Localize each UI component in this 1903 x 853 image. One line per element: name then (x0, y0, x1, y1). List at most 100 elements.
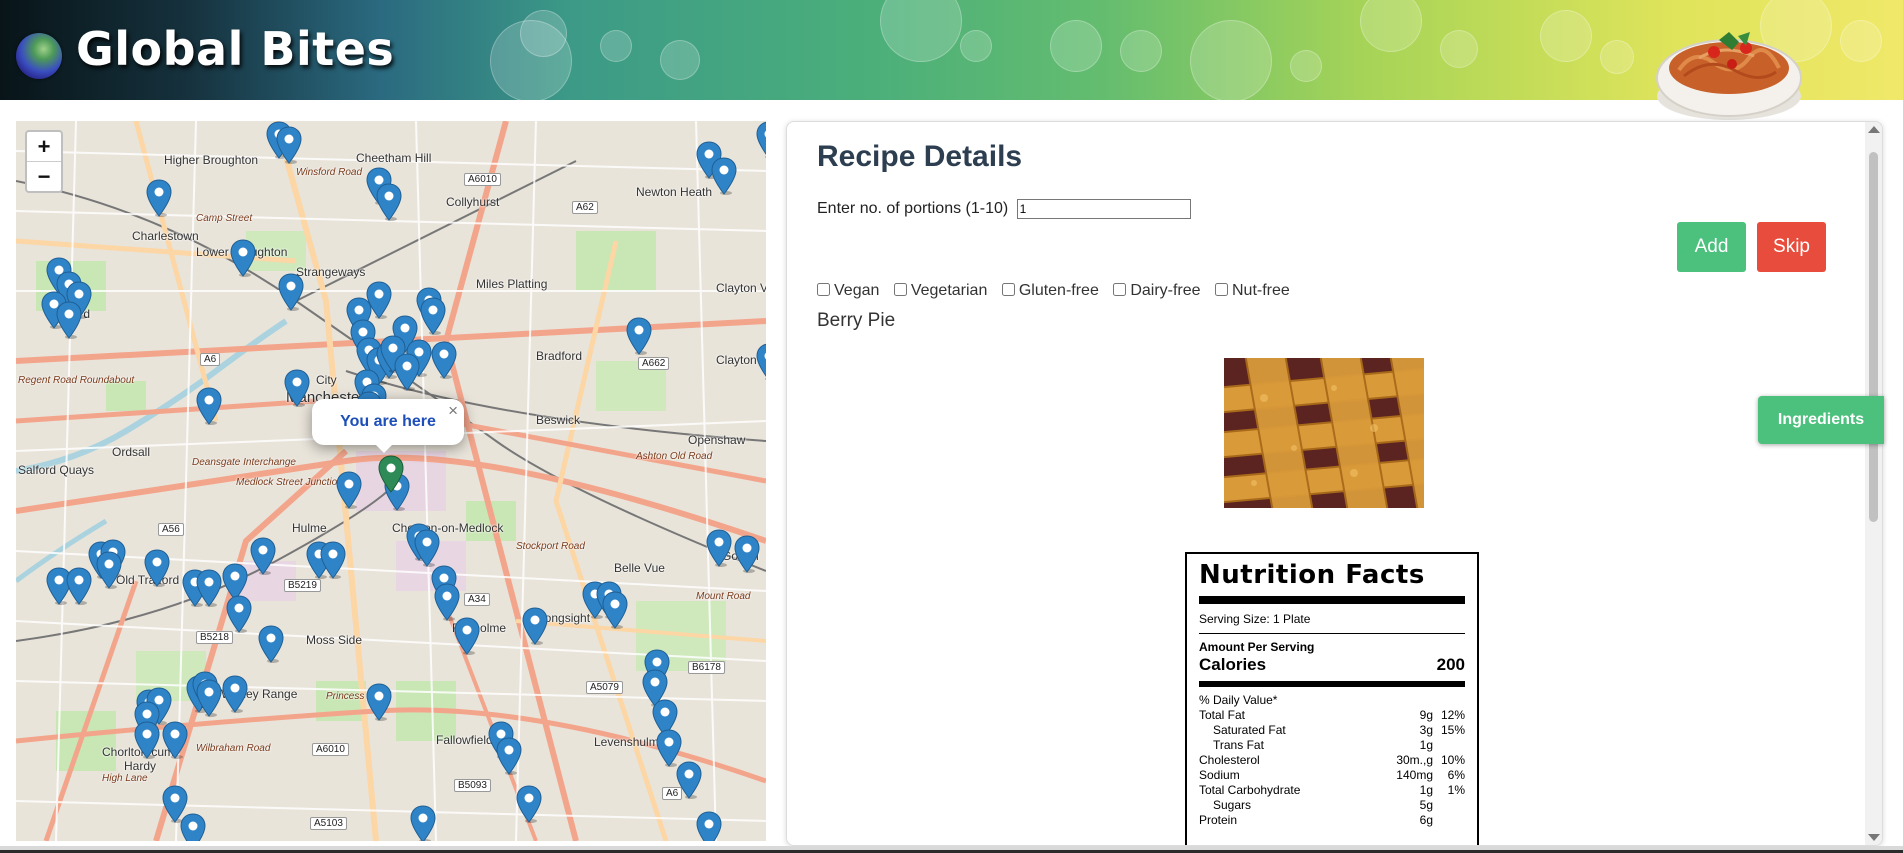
nut-free-checkbox[interactable] (1215, 283, 1228, 296)
location-marker-icon[interactable] (276, 126, 302, 164)
road-shield: B5093 (454, 779, 491, 792)
map-label: Hulme (292, 521, 327, 535)
nutrient-row: Total Carbohydrate 1g 1% (1199, 783, 1465, 797)
location-marker-icon[interactable] (516, 785, 542, 823)
vegetarian-checkbox[interactable] (893, 283, 907, 296)
scroll-thumb[interactable] (1869, 152, 1878, 522)
user-location-marker-icon[interactable] (378, 455, 404, 493)
dietary-filters: Vegan Vegetarian Gluten-free Dairy-free … (817, 282, 1300, 300)
map-road-label: Winsford Road (296, 167, 363, 178)
recipe-name: Berry Pie (817, 310, 896, 331)
close-icon[interactable]: × (448, 401, 458, 421)
map-label: Clayton Vale (716, 281, 766, 295)
decor-bubble (1050, 20, 1102, 72)
location-marker-icon[interactable] (144, 549, 170, 587)
location-marker-icon[interactable] (376, 183, 402, 221)
divider (1199, 596, 1465, 604)
map-label: Cheetham Hill (356, 151, 432, 165)
location-marker-icon[interactable] (696, 811, 722, 841)
divider (1199, 681, 1465, 687)
site-title[interactable]: Global Bites (76, 22, 394, 76)
map-label: Miles Platting (476, 277, 548, 291)
road-shield: A6010 (464, 173, 501, 186)
road-shield: B5219 (284, 579, 321, 592)
map-label: Openshaw (688, 433, 746, 447)
decor-bubble (1600, 40, 1634, 74)
you-are-here-popup: You are here × (312, 399, 464, 453)
zoom-in-button[interactable]: + (27, 132, 61, 162)
location-marker-icon[interactable] (454, 617, 480, 655)
location-marker-icon[interactable] (434, 583, 460, 621)
location-marker-icon[interactable] (66, 567, 92, 605)
header: Global Bites (0, 0, 1903, 100)
panel-scrollbar[interactable] (1865, 122, 1882, 845)
popup-tip (374, 443, 394, 453)
zoom-out-button[interactable]: − (27, 162, 61, 191)
location-marker-icon[interactable] (56, 301, 82, 339)
road-shield: A62 (572, 201, 598, 214)
location-marker-icon[interactable] (394, 353, 420, 391)
location-marker-icon[interactable] (226, 595, 252, 633)
location-marker-icon[interactable] (431, 341, 457, 379)
map-label: Clayton (716, 353, 757, 367)
ingredients-tab-button[interactable]: Ingredients (1758, 396, 1884, 444)
map-label: Bradford (536, 349, 583, 363)
map-label: Salford Quays (18, 463, 95, 477)
location-marker-icon[interactable] (626, 317, 652, 355)
gluten-free-checkbox[interactable] (1001, 283, 1015, 296)
location-marker-icon[interactable] (420, 297, 446, 335)
location-marker-icon[interactable] (734, 535, 760, 573)
location-marker-icon[interactable] (711, 157, 737, 195)
map-label: City (316, 373, 337, 387)
map-label: Moss Side (306, 633, 363, 647)
location-marker-icon[interactable] (222, 675, 248, 713)
location-marker-icon[interactable] (706, 529, 732, 567)
location-marker-icon[interactable] (250, 537, 276, 575)
filter-nut-free[interactable]: Nut-free (1215, 282, 1290, 299)
location-marker-icon[interactable] (676, 761, 702, 799)
location-marker-icon[interactable] (756, 121, 766, 159)
scroll-up-arrow-icon[interactable] (1868, 126, 1880, 133)
road-shield: A5103 (310, 817, 347, 830)
location-marker-icon[interactable] (180, 813, 206, 841)
dairy-free-checkbox[interactable] (1113, 283, 1127, 296)
location-marker-icon[interactable] (410, 805, 436, 841)
location-marker-icon[interactable] (522, 607, 548, 645)
location-marker-icon[interactable] (96, 551, 122, 589)
map-road-label: High Lane (102, 773, 148, 784)
filter-dairy-free[interactable]: Dairy-free (1113, 282, 1201, 299)
skip-button[interactable]: Skip (1757, 222, 1826, 272)
decor-bubble (1120, 30, 1162, 72)
window-bottom-edge (0, 846, 1903, 853)
location-marker-icon[interactable] (196, 679, 222, 717)
road-shield: B6178 (688, 661, 725, 674)
location-marker-icon[interactable] (336, 471, 362, 509)
add-button[interactable]: Add (1677, 222, 1746, 272)
location-marker-icon[interactable] (196, 569, 222, 607)
portions-label: Enter no. of portions (1-10) (817, 200, 1009, 218)
filter-vegan[interactable]: Vegan (817, 282, 879, 299)
map-label: Collyhurst (446, 195, 500, 209)
location-marker-icon[interactable] (496, 737, 522, 775)
location-marker-icon[interactable] (366, 683, 392, 721)
vegan-checkbox[interactable] (817, 283, 830, 296)
location-marker-icon[interactable] (602, 591, 628, 629)
map-road-label: Ashton Old Road (636, 451, 713, 462)
location-marker-icon[interactable] (320, 541, 346, 579)
location-marker-icon[interactable] (230, 239, 256, 277)
location-marker-icon[interactable] (414, 529, 440, 567)
map[interactable]: + − Higher Broughton Cheetham Hill Newto… (16, 121, 766, 841)
portions-input[interactable] (1016, 199, 1191, 219)
location-marker-icon[interactable] (134, 721, 160, 759)
location-marker-icon[interactable] (196, 387, 222, 425)
location-marker-icon[interactable] (284, 369, 310, 407)
zoom-control: + − (25, 130, 63, 193)
location-marker-icon[interactable] (146, 179, 172, 217)
location-marker-icon[interactable] (258, 625, 284, 663)
scroll-down-arrow-icon[interactable] (1868, 834, 1880, 841)
location-marker-icon[interactable] (162, 721, 188, 759)
filter-gluten-free[interactable]: Gluten-free (1001, 282, 1099, 299)
location-marker-icon[interactable] (278, 273, 304, 311)
filter-vegetarian[interactable]: Vegetarian (893, 282, 987, 299)
location-marker-icon[interactable] (756, 343, 766, 381)
